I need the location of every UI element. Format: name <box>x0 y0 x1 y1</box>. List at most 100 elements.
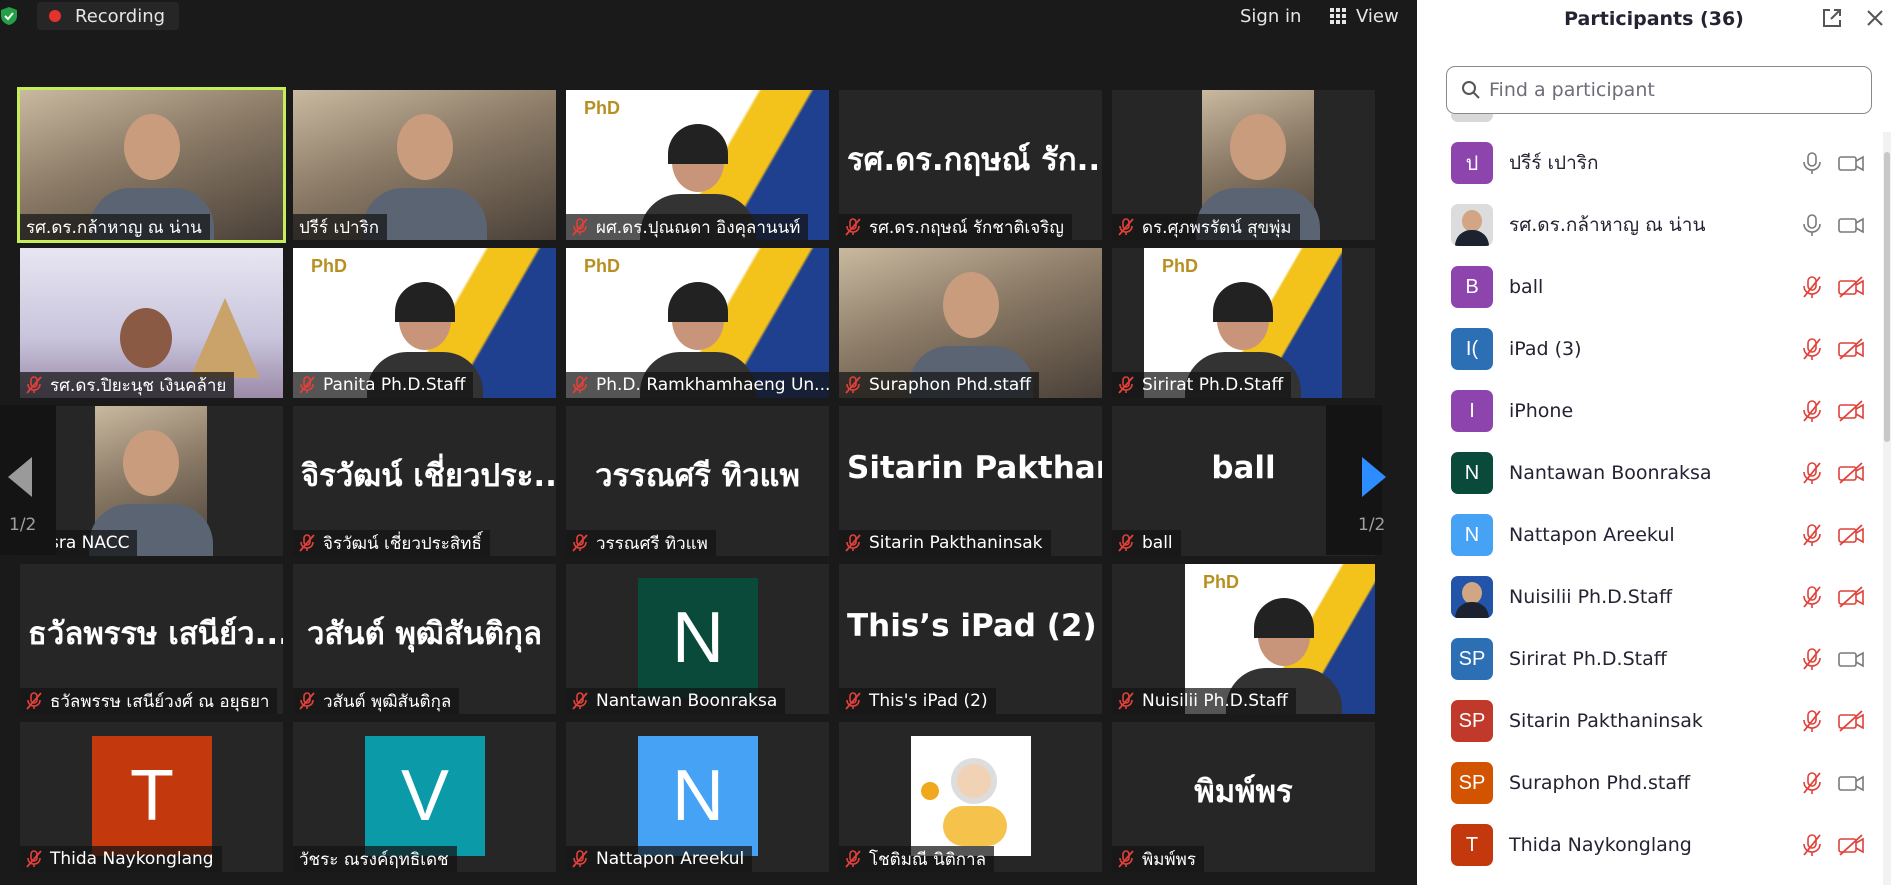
participant-tile[interactable]: PhD Nuisilii Ph.D.Staff <box>1112 564 1375 714</box>
participant-tile[interactable]: sra NACC <box>20 406 283 556</box>
camera-off-icon[interactable] <box>1837 834 1865 856</box>
sign-in-button[interactable]: Sign in <box>1240 2 1301 30</box>
camera-off-icon[interactable] <box>1837 524 1865 546</box>
participant-tile[interactable]: ดร.ศุภพรรัตน์ สุขพุ่ม <box>1112 90 1375 240</box>
participant-tile[interactable]: N Nantawan Boonraksa <box>566 564 829 714</box>
participant-row[interactable]: SP Sitarin Pakthaninsak <box>1417 690 1877 752</box>
search-icon <box>1462 81 1480 99</box>
tile-name-label: ดร.ศุภพรรัตน์ สุขพุ่ม <box>1142 217 1292 238</box>
participant-tile[interactable]: N Nattapon Areekul <box>566 722 829 872</box>
gallery-next-page[interactable]: 1/2 <box>1326 405 1386 555</box>
arrow-left-icon <box>8 457 32 497</box>
camera-icon[interactable] <box>1837 772 1865 794</box>
mic-muted-icon <box>1118 218 1134 236</box>
participant-name: ball <box>1509 276 1544 298</box>
camera-icon[interactable] <box>1837 648 1865 670</box>
participant-name: Suraphon Phd.staff <box>1509 772 1691 794</box>
camera-off-icon[interactable] <box>1837 338 1865 360</box>
mic-muted-icon <box>572 850 588 868</box>
tile-name-tag: Nuisilii Ph.D.Staff <box>1112 688 1296 714</box>
participant-list-scrollbar[interactable] <box>1883 132 1891 885</box>
participant-avatar: B <box>1451 266 1493 308</box>
participant-tile[interactable]: รศ.ดร.ปิยะนุช เงินคล้าย <box>20 248 283 398</box>
mic-muted-icon[interactable] <box>1801 399 1823 423</box>
participant-tile[interactable]: วสันต์ พุฒิสันติกุล วสันต์ พุฒิสันติกุล <box>293 564 556 714</box>
tile-name-tag: รศ.ดร.กล้าหาญ ณ น่าน <box>20 214 210 240</box>
mic-muted-icon[interactable] <box>1801 275 1823 299</box>
participant-row[interactable]: N Nantawan Boonraksa <box>1417 442 1877 504</box>
participant-tile[interactable]: ปรีร์ เปาริก <box>293 90 556 240</box>
participant-tile[interactable]: T Thida Naykonglang <box>20 722 283 872</box>
participant-search[interactable] <box>1446 66 1872 114</box>
participant-tile[interactable]: โชติมณี นิติกาล <box>839 722 1102 872</box>
tile-name-label: จิรวัฒน์ เชี่ยวประสิทธิ์ <box>323 533 482 554</box>
search-input[interactable] <box>1489 79 1849 101</box>
gallery-grid: รศ.ดร.กล้าหาญ ณ น่าน ปรีร์ เปาริก PhD ผศ.ดร… <box>0 0 1417 885</box>
participant-row[interactable]: รศ.ดร.กล้าหาญ ณ น่าน <box>1417 194 1877 256</box>
scroll-thumb[interactable] <box>1884 152 1890 442</box>
participant-row[interactable]: ป ปรีร์ เปาริก <box>1417 132 1877 194</box>
mic-muted-icon[interactable] <box>1801 461 1823 485</box>
tile-name-label: พิมพ์พร <box>1142 849 1196 870</box>
participant-avatar: ป <box>1451 142 1493 184</box>
mic-icon[interactable] <box>1801 213 1823 237</box>
pop-out-icon[interactable] <box>1821 7 1843 29</box>
participant-avatar <box>1451 204 1493 246</box>
tile-name-label: Sirirat Ph.D.Staff <box>1142 375 1284 395</box>
camera-icon[interactable] <box>1837 214 1865 236</box>
participant-tile[interactable]: พิมพ์พร พิมพ์พร <box>1112 722 1375 872</box>
security-shield-icon[interactable] <box>0 6 18 26</box>
participant-avatar: N <box>1451 514 1493 556</box>
participant-tile[interactable]: จิรวัฒน์ เชี่ยวประ... จิรวัฒน์ เชี่ยวประส… <box>293 406 556 556</box>
mic-muted-icon[interactable] <box>1801 833 1823 857</box>
mic-muted-icon[interactable] <box>1801 337 1823 361</box>
camera-off-icon[interactable] <box>1837 276 1865 298</box>
page-indicator-right: 1/2 <box>1358 515 1386 535</box>
participant-row[interactable]: IiPhone <box>1417 380 1877 442</box>
participant-row[interactable]: Nuisilii Ph.D.Staff <box>1417 566 1877 628</box>
camera-off-icon[interactable] <box>1837 462 1865 484</box>
tile-name-tag: Panita Ph.D.Staff <box>293 372 474 398</box>
participant-row[interactable]: I(iPad (3) <box>1417 318 1877 380</box>
participant-tile[interactable]: วรรณศรี ทิวแพ วรรณศรี ทิวแพ <box>566 406 829 556</box>
participant-name: Thida Naykonglang <box>1509 834 1692 856</box>
participant-tile[interactable]: PhD ผศ.ดร.ปุณณดา อิงคุลานนท์ <box>566 90 829 240</box>
mic-muted-icon[interactable] <box>1801 709 1823 733</box>
camera-off-icon[interactable] <box>1837 710 1865 732</box>
participant-tile[interactable]: ธวัลพรรษ เสนีย์ว... ธวัลพรรษ เสนีย์วงศ์ ณ… <box>20 564 283 714</box>
mic-muted-icon[interactable] <box>1801 647 1823 671</box>
mic-muted-icon[interactable] <box>1801 771 1823 795</box>
mic-muted-icon[interactable] <box>1801 585 1823 609</box>
recording-indicator[interactable]: Recording <box>37 2 180 30</box>
view-button[interactable]: View <box>1330 2 1399 30</box>
participant-avatar: SP <box>1451 762 1493 804</box>
participant-tile[interactable]: V วัชระ ณรงค์ฤทธิเดช <box>293 722 556 872</box>
camera-icon[interactable] <box>1837 152 1865 174</box>
participant-tile[interactable]: รศ.ดร.กล้าหาญ ณ น่าน <box>17 87 286 243</box>
participant-tile[interactable]: This’s iPad (2) This's iPad (2) <box>839 564 1102 714</box>
participant-tile[interactable]: Suraphon Phd.staff <box>839 248 1102 398</box>
participant-row[interactable]: Bball <box>1417 256 1877 318</box>
participant-row[interactable]: SP Sirirat Ph.D.Staff <box>1417 628 1877 690</box>
gallery-prev-page[interactable]: 1/2 <box>0 405 56 555</box>
tile-name-tag: วสันต์ พุฒิสันติกุล <box>293 688 460 714</box>
close-icon[interactable] <box>1865 8 1885 28</box>
mic-muted-icon[interactable] <box>1801 523 1823 547</box>
participant-tile[interactable]: PhD Sirirat Ph.D.Staff <box>1112 248 1375 398</box>
camera-off-icon[interactable] <box>1837 400 1865 422</box>
participant-tile[interactable]: Sitarin Pakthani... Sitarin Pakthaninsak <box>839 406 1102 556</box>
tile-name-tag: Ph.D. Ramkhamhaeng Un... <box>566 372 829 398</box>
participant-tile[interactable]: PhD Ph.D. Ramkhamhaeng Un... <box>566 248 829 398</box>
mic-icon[interactable] <box>1801 151 1823 175</box>
participant-tile[interactable]: รศ.ดร.กฤษณ์ รัก... รศ.ดร.กฤษณ์ รักชาติเจร… <box>839 90 1102 240</box>
meeting-top-bar: Recording Sign in View <box>0 0 1417 32</box>
mic-muted-icon <box>845 850 861 868</box>
participant-tile[interactable]: PhD Panita Ph.D.Staff <box>293 248 556 398</box>
participant-row[interactable]: T Thida Naykonglang <box>1417 814 1877 876</box>
participant-row[interactable]: N Nattapon Areekul <box>1417 504 1877 566</box>
mic-muted-icon <box>572 534 588 552</box>
participant-row[interactable]: SP Suraphon Phd.staff <box>1417 752 1877 814</box>
camera-off-icon[interactable] <box>1837 586 1865 608</box>
tile-name-tag: Suraphon Phd.staff <box>839 372 1039 398</box>
participant-name: iPhone <box>1509 400 1574 422</box>
